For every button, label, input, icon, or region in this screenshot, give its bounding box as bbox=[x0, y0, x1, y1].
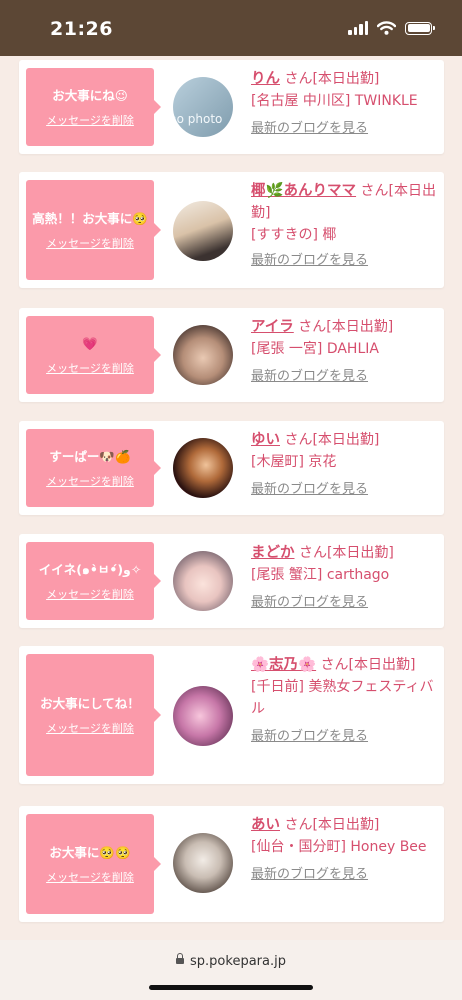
lock-icon bbox=[176, 953, 185, 964]
status-icons bbox=[348, 21, 435, 35]
sender-status: さん[本日出勤] bbox=[298, 545, 394, 561]
message-bubble: イイネ(๑•̀ㅂ•́)و✧ メッセージを削除 bbox=[26, 542, 161, 620]
message-bubble: お大事にしてね！ メッセージを削除 bbox=[26, 654, 161, 776]
sender-status: さん[本日出勤] bbox=[284, 71, 380, 87]
message-card: 💗 メッセージを削除 アイラ さん[本日出勤] [尾張 一宮] DAHLIA 最… bbox=[19, 308, 444, 402]
sender-shop: [千日前] 美熟女フェスティバル bbox=[251, 679, 434, 717]
message-bubble: お大事にね😉 メッセージを削除 bbox=[26, 68, 161, 146]
message-card: お大事にね😉 メッセージを削除 no photo りん さん[本日出勤] [名古… bbox=[19, 60, 444, 154]
delete-message-link[interactable]: メッセージを削除 bbox=[46, 360, 134, 376]
delete-message-link[interactable]: メッセージを削除 bbox=[46, 586, 134, 602]
avatar[interactable] bbox=[173, 201, 233, 261]
message-card: お大事に🥺🥺 メッセージを削除 あい さん[本日出勤] [仙台・国分町] Hon… bbox=[19, 806, 444, 922]
status-time: 21:26 bbox=[50, 18, 113, 40]
sender-name-link[interactable]: まどか bbox=[251, 545, 295, 561]
sender-status: さん[本日出勤] bbox=[298, 319, 394, 335]
sender-info: 🌸志乃🌸 さん[本日出勤] [千日前] 美熟女フェスティバル 最新のブログを見る bbox=[251, 654, 439, 748]
avatar[interactable] bbox=[173, 686, 233, 746]
message-text: お大事に🥺🥺 bbox=[49, 845, 131, 860]
avatar[interactable] bbox=[173, 325, 233, 385]
sender-info: 椰🌿あんりママ さん[本日出勤] [すすきの] 椰 最新のブログを見る bbox=[251, 180, 439, 272]
status-bar: 21:26 bbox=[0, 0, 462, 56]
avatar[interactable] bbox=[173, 833, 233, 893]
message-text: 高熱！！お大事に🥺 bbox=[32, 211, 148, 226]
avatar[interactable] bbox=[173, 551, 233, 611]
sender-info: アイラ さん[本日出勤] [尾張 一宮] DAHLIA 最新のブログを見る bbox=[251, 316, 439, 388]
sender-name-link[interactable]: りん bbox=[251, 71, 280, 87]
latest-blog-link[interactable]: 最新のブログを見る bbox=[251, 366, 368, 388]
message-text: 💗 bbox=[82, 336, 98, 351]
avatar[interactable] bbox=[173, 438, 233, 498]
signal-icon bbox=[348, 21, 368, 35]
message-text: お大事にしてね！ bbox=[40, 696, 140, 711]
message-text: すーぱー🐶🍊 bbox=[49, 449, 131, 464]
delete-message-link[interactable]: メッセージを削除 bbox=[46, 473, 134, 489]
message-text: イイネ(๑•̀ㅂ•́)و✧ bbox=[38, 562, 142, 577]
avatar[interactable]: no photo bbox=[173, 77, 233, 137]
message-feed: お大事にね😉 メッセージを削除 no photo りん さん[本日出勤] [名古… bbox=[0, 56, 462, 940]
sender-shop: [尾張 一宮] DAHLIA bbox=[251, 341, 379, 357]
sender-shop: [木屋町] 京花 bbox=[251, 454, 337, 470]
home-indicator[interactable] bbox=[149, 985, 313, 990]
delete-message-link[interactable]: メッセージを削除 bbox=[46, 112, 134, 128]
message-card: 高熱！！お大事に🥺 メッセージを削除 椰🌿あんりママ さん[本日出勤] [すすき… bbox=[19, 172, 444, 288]
sender-status: さん[本日出勤] bbox=[284, 817, 380, 833]
sender-name-link[interactable]: ゆい bbox=[251, 432, 280, 448]
no-photo-label: no photo bbox=[173, 112, 223, 126]
latest-blog-link[interactable]: 最新のブログを見る bbox=[251, 250, 368, 272]
wifi-icon bbox=[377, 21, 396, 35]
message-card: すーぱー🐶🍊 メッセージを削除 ゆい さん[本日出勤] [木屋町] 京花 最新の… bbox=[19, 421, 444, 515]
latest-blog-link[interactable]: 最新のブログを見る bbox=[251, 864, 368, 886]
browser-bottom-bar: sp.pokepara.jp bbox=[0, 940, 462, 1000]
sender-shop: [尾張 蟹江] carthago bbox=[251, 567, 390, 583]
delete-message-link[interactable]: メッセージを削除 bbox=[46, 869, 134, 885]
message-bubble: すーぱー🐶🍊 メッセージを削除 bbox=[26, 429, 161, 507]
message-card: イイネ(๑•̀ㅂ•́)و✧ メッセージを削除 まどか さん[本日出勤] [尾張 … bbox=[19, 534, 444, 628]
sender-info: あい さん[本日出勤] [仙台・国分町] Honey Bee 最新のブログを見る bbox=[251, 814, 439, 886]
sender-status: さん[本日出勤] bbox=[284, 432, 380, 448]
latest-blog-link[interactable]: 最新のブログを見る bbox=[251, 726, 368, 748]
battery-icon bbox=[405, 21, 435, 35]
message-bubble: 💗 メッセージを削除 bbox=[26, 316, 161, 394]
sender-info: ゆい さん[本日出勤] [木屋町] 京花 最新のブログを見る bbox=[251, 429, 439, 501]
sender-name-link[interactable]: アイラ bbox=[251, 319, 294, 335]
sender-status: さん[本日出勤] bbox=[320, 657, 416, 673]
latest-blog-link[interactable]: 最新のブログを見る bbox=[251, 479, 368, 501]
delete-message-link[interactable]: メッセージを削除 bbox=[46, 235, 134, 251]
latest-blog-link[interactable]: 最新のブログを見る bbox=[251, 592, 368, 614]
address-bar[interactable]: sp.pokepara.jp bbox=[0, 953, 462, 969]
sender-shop: [すすきの] 椰 bbox=[251, 227, 337, 243]
sender-info: りん さん[本日出勤] [名古屋 中川区] TWINKLE 最新のブログを見る bbox=[251, 68, 439, 140]
message-bubble: 高熱！！お大事に🥺 メッセージを削除 bbox=[26, 180, 161, 280]
message-text: お大事にね😉 bbox=[52, 88, 128, 103]
sender-name-link[interactable]: 椰🌿あんりママ bbox=[251, 183, 356, 199]
message-card: お大事にしてね！ メッセージを削除 🌸志乃🌸 さん[本日出勤] [千日前] 美熟… bbox=[19, 646, 444, 784]
sender-name-link[interactable]: あい bbox=[251, 817, 280, 833]
message-bubble: お大事に🥺🥺 メッセージを削除 bbox=[26, 814, 161, 914]
sender-shop: [名古屋 中川区] TWINKLE bbox=[251, 93, 418, 109]
latest-blog-link[interactable]: 最新のブログを見る bbox=[251, 118, 368, 140]
url-text: sp.pokepara.jp bbox=[190, 954, 286, 969]
sender-info: まどか さん[本日出勤] [尾張 蟹江] carthago 最新のブログを見る bbox=[251, 542, 439, 614]
delete-message-link[interactable]: メッセージを削除 bbox=[46, 720, 134, 736]
sender-name-link[interactable]: 🌸志乃🌸 bbox=[251, 657, 316, 673]
sender-shop: [仙台・国分町] Honey Bee bbox=[251, 839, 427, 855]
